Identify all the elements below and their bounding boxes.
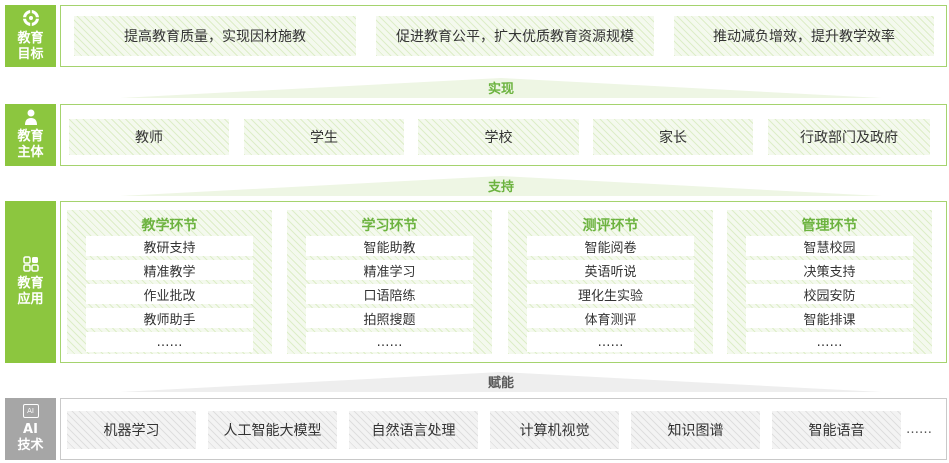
panel-item: 体育测评 — [527, 308, 694, 328]
ai-technology-body: 机器学习 人工智能大模型 自然语言处理 计算机视觉 知识图谱 智能语音 …… — [60, 398, 947, 460]
education-subjects-label-line1: 教育 — [17, 129, 44, 144]
panel-item: 精准学习 — [306, 260, 473, 280]
connector-realize-label: 实现 — [487, 81, 514, 97]
panel-item: 决策支持 — [746, 260, 913, 280]
connector-empower-label: 赋能 — [487, 375, 514, 391]
panel-item: 校园安防 — [746, 284, 913, 304]
panel-item: 智慧校园 — [746, 236, 913, 256]
panel-item: …… — [527, 332, 694, 352]
target-icon — [22, 10, 39, 26]
panel-item: …… — [306, 332, 473, 352]
goal-item: 提高教育质量，实现因材施教 — [74, 16, 356, 56]
ai-tech-more: …… — [906, 421, 932, 437]
panel-item: 教研支持 — [86, 236, 253, 256]
ai-tech-item: 知识图谱 — [631, 411, 760, 449]
ai-icon: AI — [22, 404, 39, 418]
application-panel-management: 管理环节 智慧校园 决策支持 校园安防 智能排课 …… — [727, 210, 932, 354]
subject-item: 行政部门及政府 — [768, 119, 930, 155]
education-applications-label: 教育 应用 — [5, 201, 56, 363]
connector-support-label: 支持 — [487, 179, 514, 195]
application-panel-assessment: 测评环节 智能阅卷 英语听说 理化生实验 体育测评 …… — [508, 210, 713, 354]
ai-tech-item: 自然语言处理 — [349, 411, 478, 449]
education-subjects-body: 教师 学生 学校 家长 行政部门及政府 — [60, 104, 947, 166]
panel-item: 教师助手 — [86, 308, 253, 328]
connector-empower: 赋能 — [60, 370, 942, 392]
education-subjects-row: 教育 主体 教师 学生 学校 家长 行政部门及政府 — [5, 104, 947, 166]
ai-tech-item: 智能语音 — [772, 411, 901, 449]
education-applications-body: 教学环节 教研支持 精准教学 作业批改 教师助手 …… 学习环节 智能助教 精准… — [60, 201, 947, 363]
panel-item: 智能排课 — [746, 308, 913, 328]
education-goals-label: 教育 目标 — [5, 5, 56, 67]
education-applications-label-line2: 应用 — [17, 292, 44, 307]
panel-item: 智能助教 — [306, 236, 473, 256]
ai-technology-label: AI AI 技术 — [5, 398, 56, 460]
ai-technology-row: AI AI 技术 机器学习 人工智能大模型 自然语言处理 计算机视觉 知识图谱 … — [5, 398, 947, 460]
ai-technology-label-line2: 技术 — [17, 438, 44, 453]
person-icon — [24, 109, 37, 125]
education-goals-label-line1: 教育 — [17, 31, 44, 46]
goal-item: 推动减负增效，提升教学效率 — [674, 16, 934, 56]
subject-item: 家长 — [593, 119, 753, 155]
apps-icon — [22, 256, 39, 272]
ai-tech-item: 计算机视觉 — [490, 411, 619, 449]
panel-title: 教学环节 — [141, 218, 198, 234]
subject-item: 学生 — [244, 119, 404, 155]
subject-item: 学校 — [418, 119, 579, 155]
education-subjects-label-line2: 主体 — [17, 145, 44, 160]
ai-tech-item: 机器学习 — [67, 411, 196, 449]
ai-tech-item: 人工智能大模型 — [208, 411, 337, 449]
education-goals-body: 提高教育质量，实现因材施教 促进教育公平，扩大优质教育资源规模 推动减负增效，提… — [60, 5, 947, 67]
ai-technology-label-line1: AI — [23, 422, 38, 437]
connector-realize: 实现 — [60, 76, 942, 98]
goal-item: 促进教育公平，扩大优质教育资源规模 — [376, 16, 654, 56]
education-goals-label-line2: 目标 — [17, 47, 44, 62]
panel-item: 精准教学 — [86, 260, 253, 280]
panel-item: 智能阅卷 — [527, 236, 694, 256]
panel-title: 测评环节 — [582, 218, 639, 234]
application-panel-learning: 学习环节 智能助教 精准学习 口语陪练 拍照搜题 …… — [287, 210, 492, 354]
panel-item: 英语听说 — [527, 260, 694, 280]
subject-item: 教师 — [69, 119, 229, 155]
education-subjects-label: 教育 主体 — [5, 104, 56, 166]
panel-item: 作业批改 — [86, 284, 253, 304]
panel-item: …… — [86, 332, 253, 352]
panel-item: 拍照搜题 — [306, 308, 473, 328]
education-goals-row: 教育 目标 提高教育质量，实现因材施教 促进教育公平，扩大优质教育资源规模 推动… — [5, 5, 947, 67]
application-panel-teaching: 教学环节 教研支持 精准教学 作业批改 教师助手 …… — [67, 210, 272, 354]
panel-title: 管理环节 — [801, 218, 858, 234]
panel-item: 口语陪练 — [306, 284, 473, 304]
panel-item: 理化生实验 — [527, 284, 694, 304]
panel-title: 学习环节 — [361, 218, 418, 234]
education-applications-label-line1: 教育 — [17, 276, 44, 291]
panel-item: …… — [746, 332, 913, 352]
education-applications-row: 教育 应用 教学环节 教研支持 精准教学 作业批改 教师助手 …… 学习环节 智… — [5, 201, 947, 363]
connector-support: 支持 — [60, 174, 942, 196]
